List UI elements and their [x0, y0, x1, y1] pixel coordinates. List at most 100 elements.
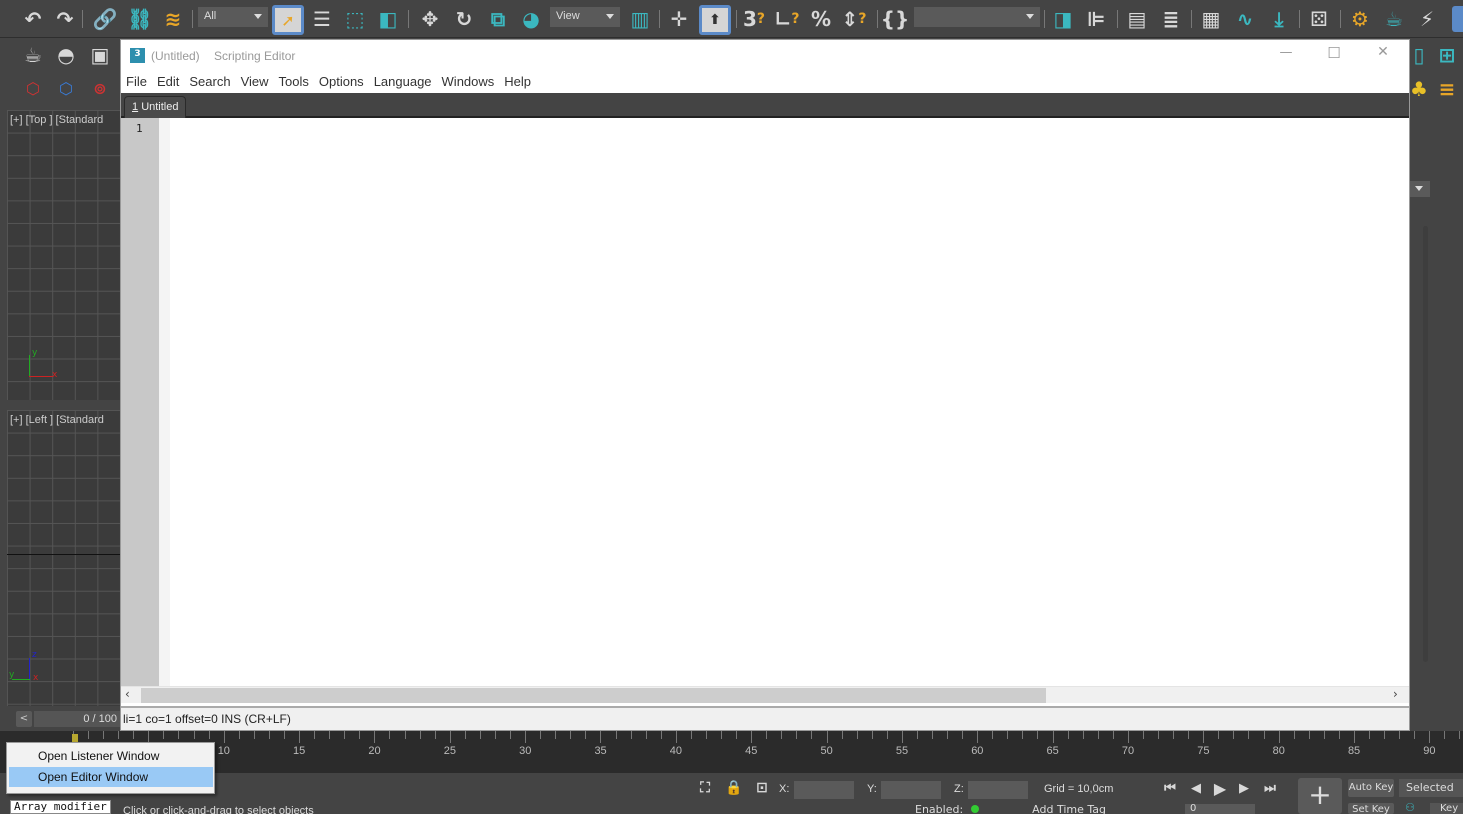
reference-coord-dropdown[interactable]: View: [550, 7, 620, 27]
minimize-button[interactable]: —: [1271, 45, 1301, 67]
maximize-button[interactable]: ☐: [1319, 44, 1349, 66]
scroll-right-icon[interactable]: ›: [1393, 687, 1398, 701]
rotate-icon[interactable]: ↻: [451, 6, 477, 32]
enabled-indicator-icon[interactable]: [970, 805, 979, 813]
menu-edit[interactable]: Edit: [152, 72, 184, 93]
previous-frame-icon[interactable]: ◀: [1186, 778, 1206, 798]
list-panel-icon[interactable]: ≡: [1434, 76, 1460, 102]
code-text-area[interactable]: [170, 118, 1409, 686]
link-icon[interactable]: 🔗: [92, 6, 118, 32]
scatter-trees-icon[interactable]: ♣: [1410, 76, 1428, 102]
flame-icon[interactable]: ⊚: [87, 75, 113, 101]
selection-filter-dropdown[interactable]: All: [198, 7, 268, 27]
menu-open-listener-window[interactable]: Open Listener Window: [9, 746, 213, 766]
set-key-button[interactable]: Set Key: [1348, 803, 1394, 814]
frame-counter[interactable]: 0 / 100: [34, 711, 120, 727]
move-icon[interactable]: ✥: [417, 6, 443, 32]
align-icon[interactable]: ⊫: [1083, 6, 1109, 32]
prev-frame-button[interactable]: <: [16, 711, 32, 727]
viewport-layout-icon[interactable]: ▯: [1410, 42, 1428, 68]
select-by-name-icon[interactable]: ☰: [309, 6, 335, 32]
scrollbar-thumb[interactable]: [141, 688, 1046, 703]
track-bar[interactable]: 10 15 20 25 30 35 40 45 50 55 60 65 70 75 80 85 90: [0, 731, 1463, 773]
viewport-left-label[interactable]: [+] [Left ] [Standard: [10, 414, 104, 426]
layer-explorer-icon[interactable]: ≣: [1158, 6, 1184, 32]
menu-file[interactable]: File: [121, 72, 152, 93]
render-icon[interactable]: ⚡: [1414, 6, 1440, 32]
render-setup-icon[interactable]: ⚙: [1347, 6, 1373, 32]
angle-snap-icon[interactable]: ∟?: [774, 6, 800, 32]
teapot-icon[interactable]: ☕: [20, 42, 46, 68]
next-frame-icon[interactable]: ▶: [1234, 778, 1254, 798]
water-cube-icon[interactable]: ⬡: [53, 75, 79, 101]
maxscript-mini-listener[interactable]: Array modifier: [10, 800, 111, 814]
menu-open-editor-window[interactable]: Open Editor Window: [9, 767, 213, 787]
auto-key-button[interactable]: Auto Key: [1348, 779, 1394, 797]
viewport-divider[interactable]: [7, 400, 120, 410]
menu-help[interactable]: Help: [499, 72, 536, 93]
menu-search[interactable]: Search: [184, 72, 235, 93]
select-manipulate-icon[interactable]: ✛: [666, 6, 692, 32]
lock-icon[interactable]: 🔒: [724, 778, 744, 798]
sphere-icon[interactable]: ◓: [53, 42, 79, 68]
key-filters-button[interactable]: Key: [1430, 803, 1463, 814]
viewport-top[interactable]: [+] [Top ] [Standard y x: [7, 110, 120, 400]
rendered-frame-icon[interactable]: ☕: [1381, 6, 1407, 32]
viewport-left[interactable]: [+] [Left ] [Standard z y x: [7, 410, 120, 706]
x-coordinate-field[interactable]: [794, 781, 854, 799]
material-editor-icon[interactable]: ⚄: [1306, 6, 1332, 32]
scale-icon[interactable]: ⧉: [485, 6, 511, 32]
box-icon[interactable]: ▣: [87, 42, 113, 68]
window-crossing-icon[interactable]: ◧: [375, 6, 401, 32]
use-pivot-icon[interactable]: ▥: [627, 6, 653, 32]
close-button[interactable]: ✕: [1368, 44, 1398, 66]
redo-icon[interactable]: ↷: [52, 6, 78, 32]
time-slider[interactable]: < 0 / 100: [0, 706, 120, 731]
z-coordinate-field[interactable]: [968, 781, 1028, 799]
toggle-ribbon-icon[interactable]: ▦: [1198, 6, 1224, 32]
panel-scrollbar[interactable]: [1423, 226, 1428, 662]
schematic-view-icon[interactable]: ⤓: [1266, 6, 1292, 32]
snaps-toggle-icon[interactable]: 3?: [741, 6, 767, 32]
go-to-start-icon[interactable]: ⏮: [1160, 778, 1180, 798]
key-mode-icon[interactable]: ⚇: [1400, 801, 1420, 814]
scroll-left-icon[interactable]: ‹: [125, 687, 130, 701]
spinner-snap-icon[interactable]: ⇕?: [841, 6, 867, 32]
current-frame-field[interactable]: 0: [1185, 804, 1255, 814]
panel-dropdown[interactable]: [1410, 181, 1430, 197]
ruler-tick: [1308, 731, 1310, 739]
mirror-icon[interactable]: ◨: [1050, 6, 1076, 32]
key-filter-dropdown[interactable]: Selected: [1399, 779, 1463, 797]
rect-selection-icon[interactable]: ⬚: [342, 6, 368, 32]
menu-options[interactable]: Options: [314, 72, 369, 93]
named-selection-dropdown[interactable]: [914, 7, 1040, 27]
tab-untitled[interactable]: 1 Untitled: [124, 96, 187, 118]
place-icon[interactable]: ◕: [518, 6, 544, 32]
menu-view[interactable]: View: [236, 72, 274, 93]
set-key-big-button[interactable]: +: [1298, 778, 1342, 814]
bind-spacewarp-icon[interactable]: ≋: [160, 6, 186, 32]
keyboard-shortcut-override-icon[interactable]: ⬆: [699, 5, 731, 35]
menu-tools[interactable]: Tools: [274, 72, 314, 93]
absolute-mode-icon[interactable]: ⊡: [752, 778, 772, 798]
unlink-icon[interactable]: ⛓: [127, 6, 153, 32]
menu-language[interactable]: Language: [369, 72, 437, 93]
curve-editor-icon[interactable]: ∿: [1232, 6, 1258, 32]
y-coordinate-field[interactable]: [881, 781, 941, 799]
add-time-tag-button[interactable]: Add Time Tag: [1032, 803, 1106, 814]
fire-cube-icon[interactable]: ⬡: [20, 75, 46, 101]
isolate-selection-icon[interactable]: ⛶: [694, 778, 716, 798]
media-layout-icon[interactable]: ⊞: [1434, 42, 1460, 68]
editor-title-bar[interactable]: 3 (Untitled) Scripting Editor — ☐ ✕: [121, 40, 1409, 72]
horizontal-scrollbar[interactable]: ‹ ›: [121, 686, 1409, 703]
percent-snap-icon[interactable]: %: [808, 6, 834, 32]
scene-explorer-icon[interactable]: ▤: [1124, 6, 1150, 32]
edit-named-selection-icon[interactable]: {}: [881, 6, 909, 32]
go-to-end-icon[interactable]: ⏭: [1260, 778, 1280, 798]
undo-icon[interactable]: ↶: [20, 6, 46, 32]
toolbar-overflow-button[interactable]: [1452, 6, 1463, 32]
menu-windows[interactable]: Windows: [437, 72, 500, 93]
play-icon[interactable]: ▶: [1210, 778, 1230, 798]
viewport-top-label[interactable]: [+] [Top ] [Standard: [10, 114, 103, 126]
select-object-icon[interactable]: ➚: [272, 5, 304, 35]
